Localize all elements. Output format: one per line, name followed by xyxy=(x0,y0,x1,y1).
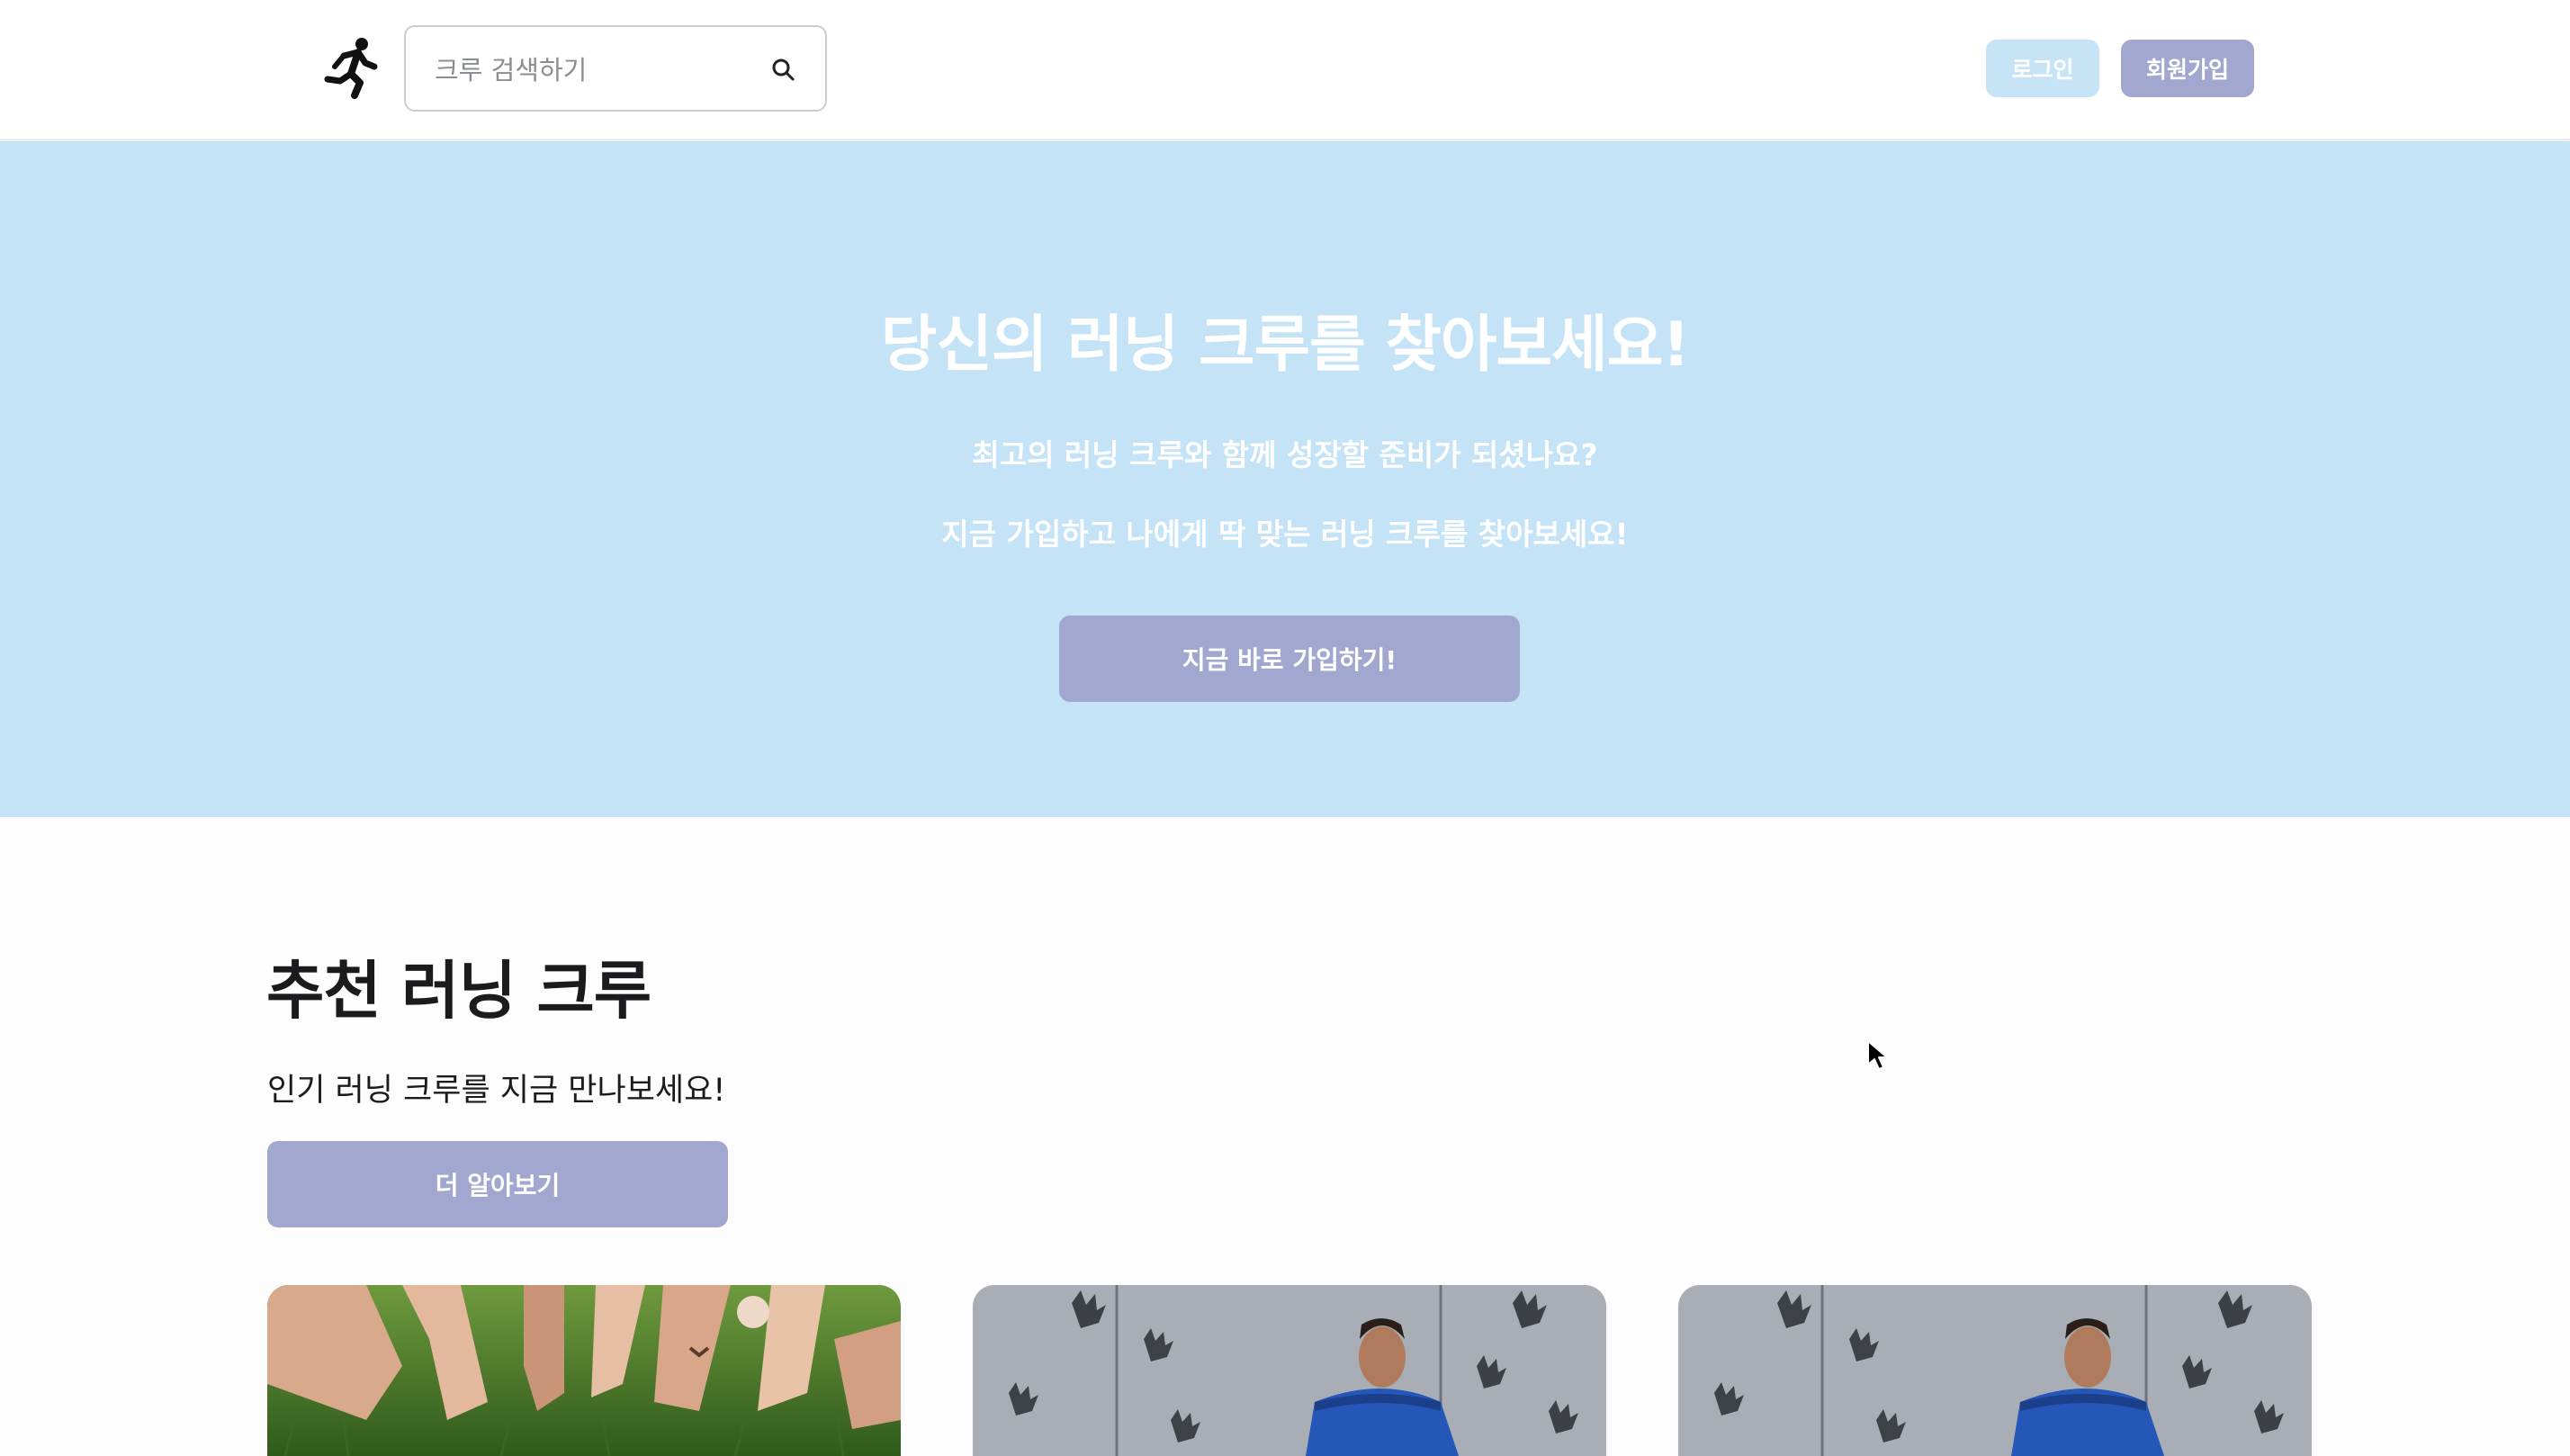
top-navbar: 로그인 회원가입 xyxy=(0,0,2570,140)
section-title: 추천 러닝 크루 xyxy=(266,954,651,1028)
crew-card[interactable] xyxy=(1678,1285,2312,1456)
runner-icon[interactable] xyxy=(324,36,382,99)
hero-subtitle: 지금 가입하고 나에게 딱 맞는 러닝 크루를 찾아보세요! xyxy=(941,517,1629,552)
join-now-button[interactable]: 지금 바로 가입하기! xyxy=(1059,616,1520,702)
search-bar xyxy=(404,25,827,112)
search-input[interactable] xyxy=(433,47,757,94)
search-icon[interactable] xyxy=(769,56,798,85)
hands-on-grass-photo xyxy=(267,1285,901,1456)
hero-subtitle: 최고의 러닝 크루와 함께 성장할 준비가 되셨나요? xyxy=(972,437,1598,472)
section-description: 인기 러닝 크루를 지금 만나보세요! xyxy=(267,1073,726,1109)
login-button[interactable]: 로그인 xyxy=(1986,40,2099,97)
crew-card[interactable] xyxy=(267,1285,901,1456)
runner-handprint-wall-photo xyxy=(1678,1285,2312,1456)
learn-more-button[interactable]: 더 알아보기 xyxy=(267,1141,728,1227)
mouse-cursor-icon xyxy=(1867,1040,1888,1070)
signup-button[interactable]: 회원가입 xyxy=(2121,40,2254,97)
hero-title: 당신의 러닝 크루를 찾아보세요! xyxy=(880,310,1690,381)
crew-card[interactable] xyxy=(973,1285,1606,1456)
runner-handprint-wall-photo xyxy=(973,1285,1606,1456)
hero-banner: 당신의 러닝 크루를 찾아보세요! 최고의 러닝 크루와 함께 성장할 준비가 … xyxy=(0,141,2570,817)
